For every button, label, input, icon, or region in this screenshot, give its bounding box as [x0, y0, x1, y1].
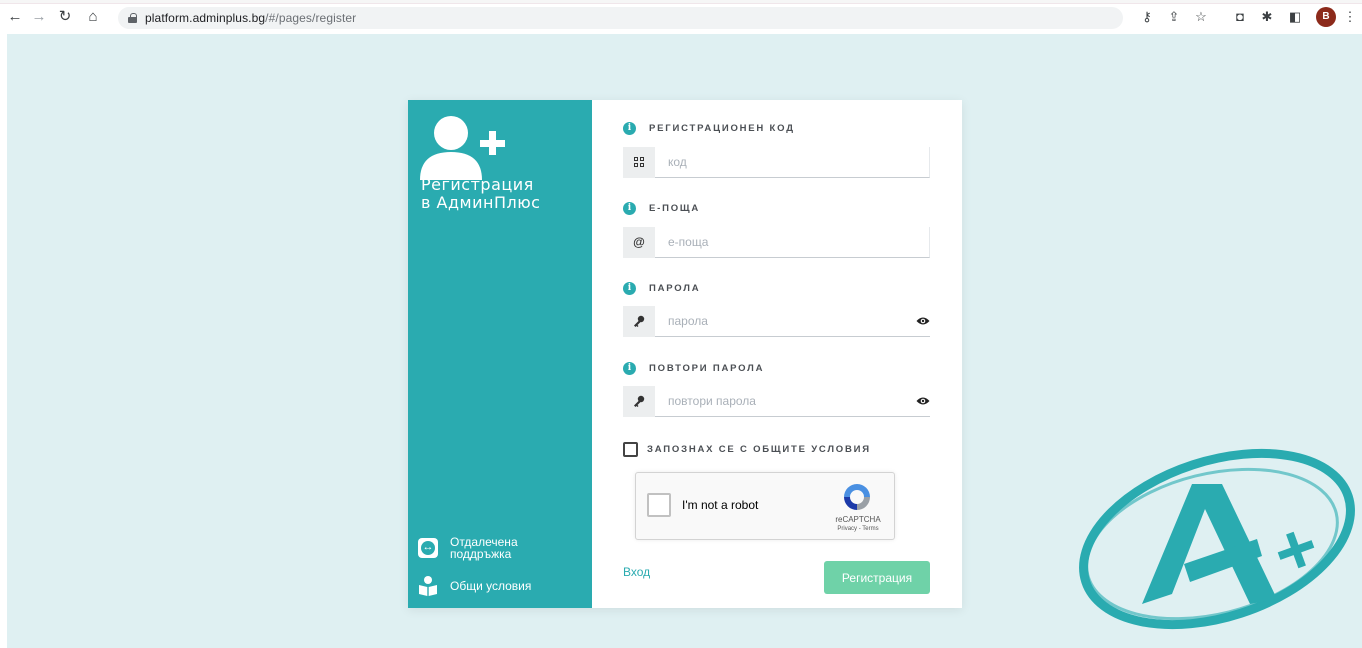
- recaptcha-text: I'm not a robot: [682, 498, 759, 512]
- key-icon: [623, 305, 655, 337]
- email-label: E-ПОЩА: [649, 203, 701, 214]
- sidebar-title-line2: в АдминПлюс: [421, 193, 541, 212]
- recaptcha-widget: I'm not a robot reCAPTCHA Privacy - Term…: [635, 472, 895, 540]
- repeat-password-input[interactable]: [668, 386, 888, 416]
- login-link[interactable]: Вход: [623, 565, 650, 579]
- info-icon[interactable]: i: [623, 122, 636, 135]
- url-text: platform.adminplus.bg/#/pages/register: [145, 11, 356, 25]
- home-icon[interactable]: ⌂: [84, 8, 102, 26]
- repeat-password-field: [623, 385, 930, 417]
- more-icon[interactable]: ⋮: [1342, 9, 1358, 25]
- code-label: РЕГИСТРАЦИОНЕН КОД: [649, 123, 795, 134]
- password-label-row: i ПАРОЛА: [623, 282, 700, 295]
- recaptcha-brand: reCAPTCHA: [835, 515, 881, 524]
- address-bar[interactable]: platform.adminplus.bg/#/pages/register: [118, 7, 1123, 29]
- back-arrow-icon[interactable]: ←: [6, 8, 24, 26]
- info-icon[interactable]: i: [623, 202, 636, 215]
- tab-strip-edge: [0, 0, 1362, 4]
- email-field: @: [623, 226, 930, 258]
- key-icon[interactable]: ⚷: [1139, 9, 1155, 25]
- info-icon[interactable]: i: [623, 282, 636, 295]
- share-icon[interactable]: ⇪: [1166, 9, 1182, 25]
- forward-arrow-icon[interactable]: →: [30, 8, 48, 26]
- password-input[interactable]: [668, 306, 888, 336]
- password-field: [623, 305, 930, 337]
- adminplus-logo-icon: [1079, 448, 1355, 630]
- sidebar-title-line1: Регистрация: [421, 175, 534, 194]
- email-input[interactable]: [668, 227, 888, 257]
- recaptcha-checkbox[interactable]: [647, 493, 671, 517]
- url-domain: platform.adminplus.bg: [145, 11, 266, 25]
- extension-icon[interactable]: ◘: [1232, 9, 1248, 25]
- star-icon[interactable]: ☆: [1193, 9, 1209, 25]
- info-icon[interactable]: i: [623, 362, 636, 375]
- recaptcha-privacy-terms[interactable]: Privacy - Terms: [826, 526, 890, 532]
- repeat-password-label-row: i ПОВТОРИ ПАРОЛА: [623, 362, 764, 375]
- lock-icon: [128, 13, 137, 23]
- sidebar: Регистрация в АдминПлюс Отдалечена поддр…: [408, 100, 592, 608]
- book-reader-icon: [419, 576, 437, 596]
- terms-checkbox[interactable]: [623, 442, 638, 457]
- sidebar-title: Регистрация в АдминПлюс: [421, 176, 540, 212]
- key-icon: [623, 385, 655, 417]
- remote-support-label: Отдалечена поддръжка: [450, 535, 518, 561]
- terms-link[interactable]: Общи условия: [418, 576, 531, 596]
- code-input[interactable]: [668, 147, 888, 177]
- reload-icon[interactable]: ↻: [56, 8, 74, 26]
- page-background: Регистрация в АдминПлюс Отдалечена поддр…: [7, 34, 1362, 648]
- terms-link-label: Общи условия: [450, 579, 532, 593]
- terms-label[interactable]: ЗАПОЗНАХ СЕ С ОБЩИТЕ УСЛОВИЯ: [647, 444, 871, 455]
- user-plus-icon: [420, 116, 505, 180]
- show-password-icon[interactable]: [916, 315, 930, 327]
- browser-toolbar: ← → ↻ ⌂ platform.adminplus.bg/#/pages/re…: [0, 0, 1362, 34]
- qr-code-icon: [623, 146, 655, 178]
- puzzle-icon[interactable]: ✱: [1259, 9, 1275, 25]
- password-label: ПАРОЛА: [649, 283, 701, 294]
- terms-row: ЗАПОЗНАХ СЕ С ОБЩИТЕ УСЛОВИЯ: [623, 442, 871, 457]
- remote-support-icon: [418, 538, 438, 558]
- remote-support-link[interactable]: Отдалечена поддръжка: [418, 536, 530, 560]
- email-label-row: i E-ПОЩА: [623, 202, 700, 215]
- sidepanel-icon[interactable]: ◧: [1287, 9, 1303, 25]
- show-password-icon[interactable]: [916, 395, 930, 407]
- repeat-password-label: ПОВТОРИ ПАРОЛА: [649, 363, 765, 374]
- url-path: /#/pages/register: [265, 11, 357, 25]
- code-field: [623, 146, 930, 178]
- register-card: Регистрация в АдминПлюс Отдалечена поддр…: [408, 100, 962, 608]
- code-label-row: i РЕГИСТРАЦИОНЕН КОД: [623, 122, 795, 135]
- register-form: i РЕГИСТРАЦИОНЕН КОД i E-ПОЩА @: [592, 100, 962, 608]
- profile-avatar[interactable]: B: [1316, 7, 1336, 27]
- at-icon: @: [623, 226, 655, 258]
- recaptcha-logo-icon: [844, 484, 870, 510]
- register-button[interactable]: Регистрация: [824, 561, 930, 594]
